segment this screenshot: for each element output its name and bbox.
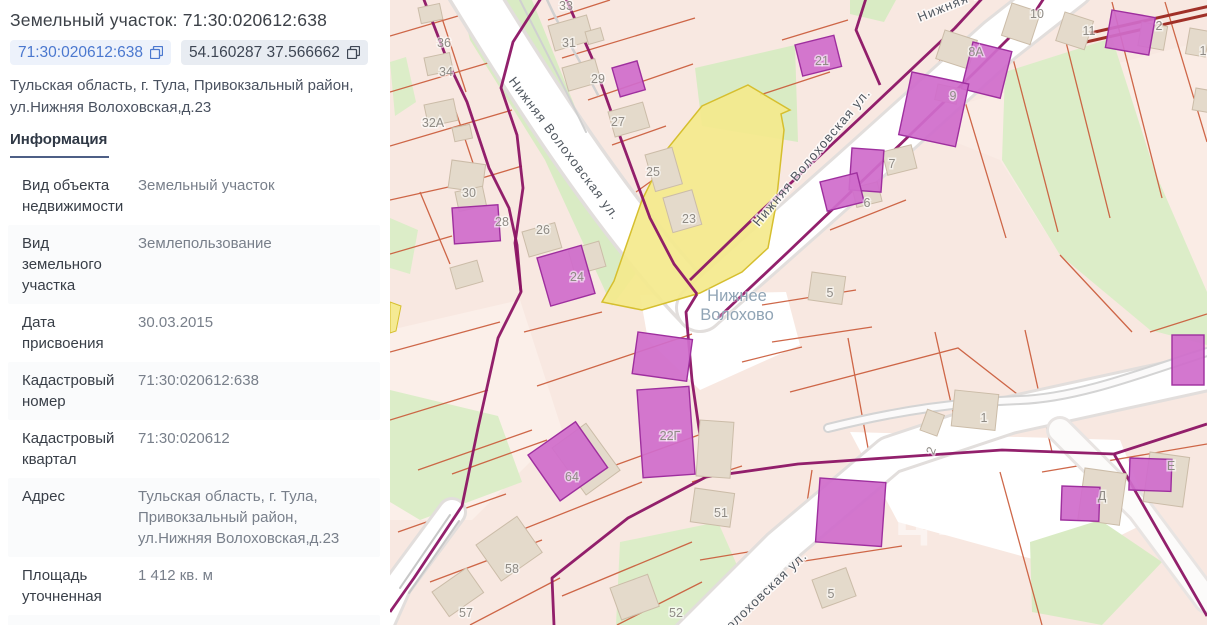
parcel-label: Е bbox=[1167, 459, 1175, 473]
object-address: Тульская область, г. Тула, Привокзальный… bbox=[10, 77, 354, 116]
parcel-label: 30 bbox=[462, 186, 476, 200]
info-row-value: Земельный участок bbox=[138, 176, 275, 194]
parcel-label: 28 bbox=[495, 215, 509, 229]
parcel-label: 1 bbox=[981, 411, 988, 425]
parcel-label: 58 bbox=[505, 562, 519, 576]
parcel-label: 36 bbox=[437, 36, 451, 50]
info-row-label: Кадастровый квартал bbox=[22, 429, 115, 468]
parcel-label: 1 bbox=[1200, 44, 1207, 58]
info-row: Дата присвоения 30.03.2015 bbox=[8, 303, 380, 362]
map[interactable]: 33 31 29 27 25 23 36 34 32А 30 28 26 24 21 8А 9 7 6 5 10 11 2… bbox=[390, 0, 1207, 625]
cadastral-number-link[interactable]: 71:30:020612:638 bbox=[10, 40, 171, 65]
info-row: Адрес Тульская область, г. Тула, Привокза… bbox=[8, 477, 380, 557]
parcel-label: 2 bbox=[1156, 19, 1163, 33]
parcel-label: 7 bbox=[889, 157, 896, 171]
info-row: Кадастровый квартал 71:30:020612 bbox=[8, 419, 380, 478]
parcel-label: 22Г bbox=[660, 429, 681, 443]
info-rows: Вид объекта недвижимости Земельный участо… bbox=[8, 166, 384, 625]
parcel-label: 25 bbox=[646, 165, 660, 179]
info-row-label: Адрес bbox=[22, 487, 65, 505]
info-row-value: 30.03.2015 bbox=[138, 313, 214, 331]
map-canvas: 333129272523363432А30282624218А97651011 2… bbox=[390, 0, 1207, 625]
copy-coordinates-button[interactable] bbox=[346, 46, 360, 59]
parcel-label: 33 bbox=[559, 0, 573, 13]
parcel-label: 21 bbox=[815, 54, 829, 68]
copy-icon bbox=[149, 46, 163, 59]
coordinates-chip[interactable]: 54.160287 37.566662 bbox=[180, 40, 368, 65]
info-row: СтатусУчтенный bbox=[8, 614, 380, 625]
parcel-label: 26 bbox=[536, 223, 550, 237]
copy-icon bbox=[346, 46, 360, 59]
chips-row: 71:30:020612:638 54.160287 37.566662 bbox=[10, 40, 384, 65]
info-row-value: Тульская область, г. Тула, Привокзальный… bbox=[138, 487, 340, 547]
info-row-value: 1 412 кв. м bbox=[138, 566, 213, 584]
parcel-label: 9 bbox=[950, 89, 957, 103]
copy-cadastral-button[interactable] bbox=[149, 46, 163, 59]
info-row-value: 71:30:020612:638 bbox=[138, 371, 259, 389]
parcel-label: 8А bbox=[968, 45, 984, 59]
parcel-label: 5 bbox=[827, 286, 834, 300]
parcel-label: 6 bbox=[864, 196, 871, 210]
cadastral-number-text: 71:30:020612:638 bbox=[18, 43, 143, 61]
info-row: Площадь уточненная 1 412 кв. м bbox=[8, 556, 380, 615]
place-label: Волохово bbox=[700, 306, 774, 324]
parcel-label: 31 bbox=[562, 36, 576, 50]
coordinates-text: 54.160287 37.566662 bbox=[188, 43, 340, 61]
cadastral-viewer: Земельный участок: 71:30:020612:638 71:3… bbox=[0, 0, 1207, 625]
info-row-label: Кадастровый номер bbox=[22, 371, 115, 410]
info-panel: Земельный участок: 71:30:020612:638 71:3… bbox=[0, 0, 390, 625]
parcel-label: 11 bbox=[1083, 24, 1096, 38]
place-label: Нижнее bbox=[707, 287, 767, 305]
parcel-label: 24 bbox=[570, 270, 584, 284]
info-row-value: 71:30:020612 bbox=[138, 429, 230, 447]
parcel-label: 34 bbox=[439, 65, 453, 79]
info-row: Кадастровый номер 71:30:020612:638 bbox=[8, 361, 380, 420]
info-row-label: Площадь уточненная bbox=[22, 566, 102, 605]
info-row-label: Вид земельного участка bbox=[22, 234, 102, 294]
parcel-label: 52 bbox=[669, 606, 683, 620]
parcel-label: 29 bbox=[591, 72, 605, 86]
info-row-label: Вид объекта недвижимости bbox=[22, 176, 124, 215]
tab-information[interactable]: Информация bbox=[10, 129, 110, 158]
watermark: циан bbox=[894, 487, 1055, 547]
info-row-label: Дата присвоения bbox=[22, 313, 104, 352]
parcel-label: 64 bbox=[565, 470, 579, 484]
parcel-label: 51 bbox=[714, 506, 728, 520]
info-row-value: Землепользование bbox=[138, 234, 272, 252]
page-title: Земельный участок: 71:30:020612:638 bbox=[10, 10, 328, 30]
info-row: Вид земельного участка Землепользование bbox=[8, 224, 380, 304]
parcel-label: Д bbox=[1098, 489, 1107, 503]
parcel-label: 5 bbox=[828, 587, 835, 601]
parcel-label: 27 bbox=[611, 115, 625, 129]
parcel-label: 57 bbox=[459, 606, 473, 620]
info-row: Вид объекта недвижимости Земельный участо… bbox=[8, 166, 380, 225]
parcel-label: 10 bbox=[1030, 7, 1044, 21]
parcel-label: 32А bbox=[422, 116, 445, 130]
parcel-label: 23 bbox=[682, 212, 696, 226]
